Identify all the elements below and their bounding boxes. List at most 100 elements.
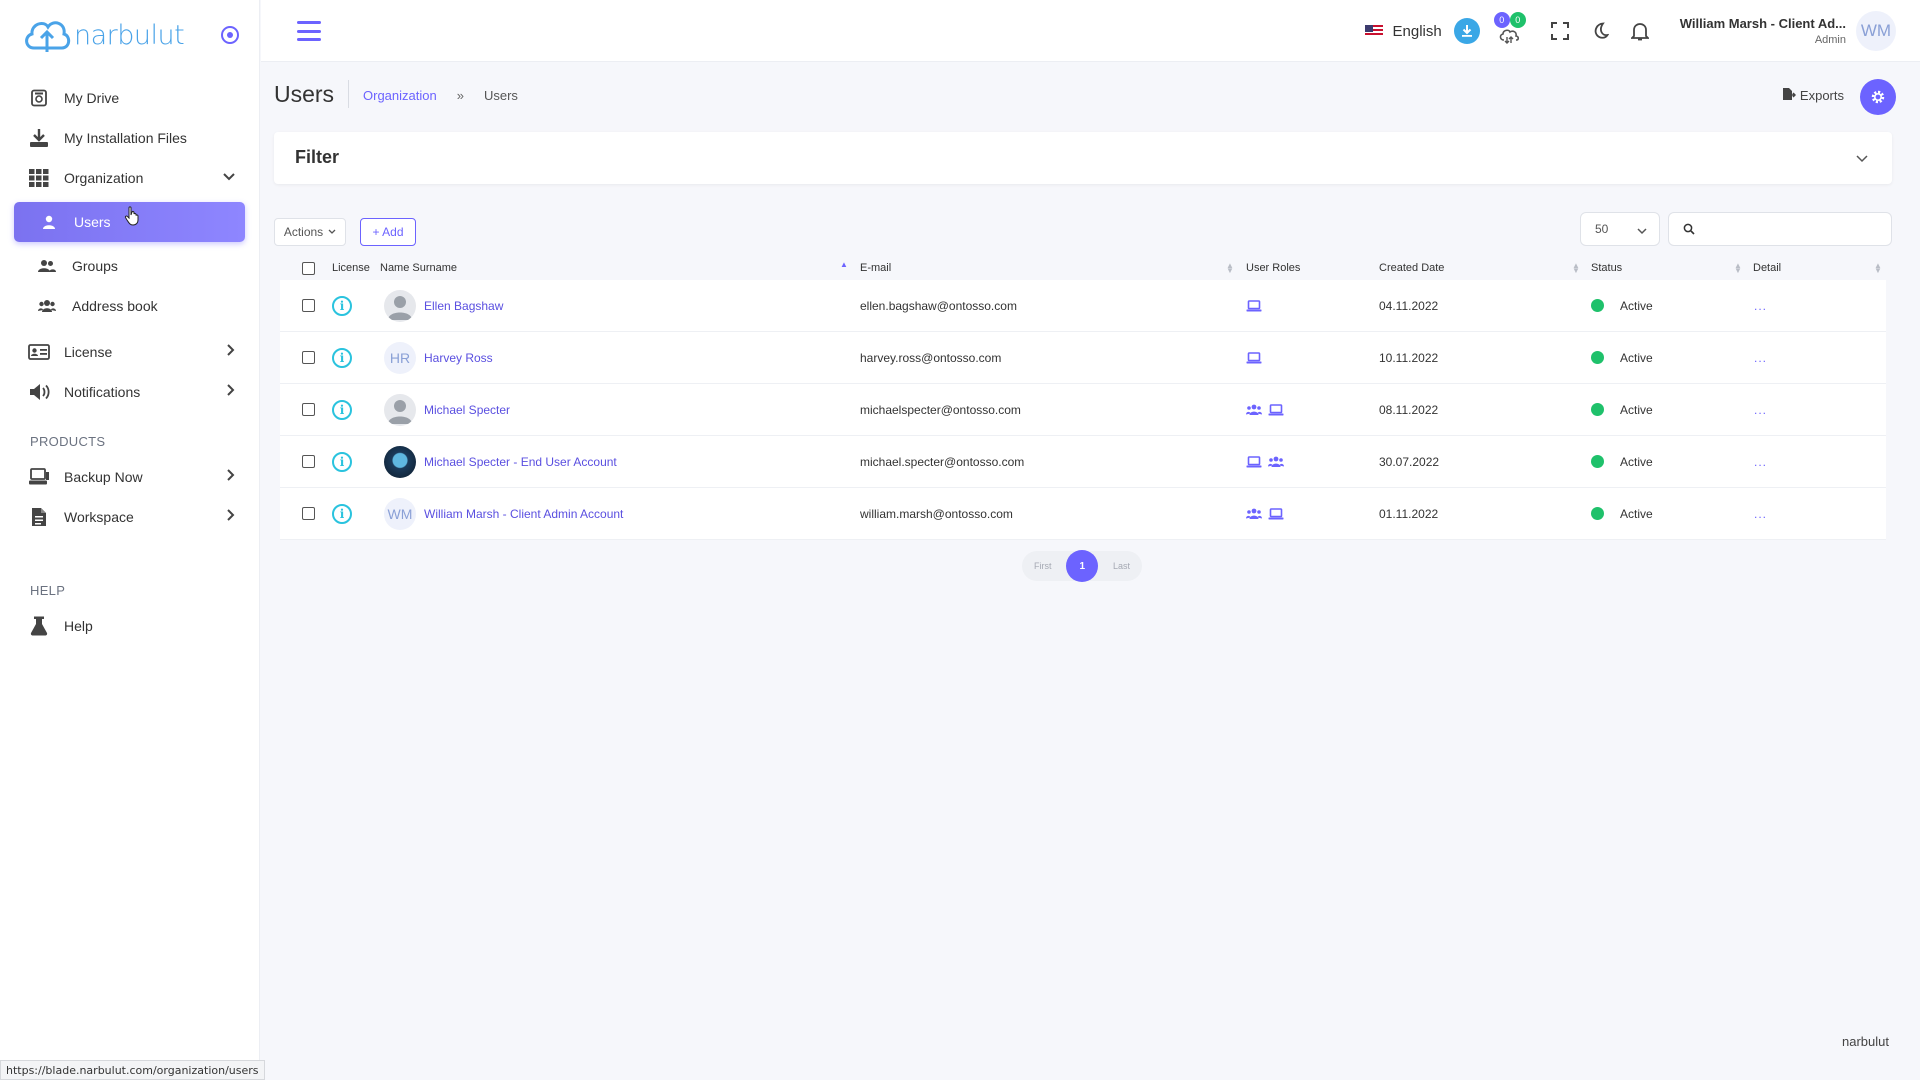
search-box[interactable] — [1668, 212, 1892, 246]
sidebar-item-label: My Drive — [64, 90, 120, 106]
table-row[interactable]: i WM William Marsh - Client Admin Accoun… — [280, 488, 1886, 540]
user-cell: Michael Specter — [384, 393, 510, 426]
email-cell: william.marsh@ontosso.com — [860, 506, 1013, 521]
detail-menu-button[interactable]: ... — [1754, 299, 1767, 313]
created-date-cell: 04.11.2022 — [1379, 298, 1439, 313]
table-row[interactable]: i Ellen Bagshaw ellen.bagshaw@ontosso.co… — [280, 280, 1886, 332]
sidebar-toggle-icon[interactable] — [221, 26, 239, 44]
download-icon — [28, 128, 50, 148]
table-header: License Name Surname ▲ E-mail ▲ ▼ User Ro… — [280, 256, 1886, 280]
breadcrumb-organization[interactable]: Organization — [363, 88, 437, 103]
sync-status[interactable]: 0 0 — [1492, 12, 1526, 48]
language-selector[interactable]: English — [1364, 23, 1442, 40]
detail-menu-button[interactable]: ... — [1754, 507, 1767, 521]
chevron-down-icon — [1637, 224, 1647, 238]
status-cell: Active — [1591, 351, 1653, 365]
sidebar-item-address-book[interactable]: Address book — [0, 286, 259, 326]
row-checkbox[interactable] — [302, 351, 315, 364]
created-date-cell: 01.11.2022 — [1379, 506, 1439, 521]
fullscreen-icon[interactable] — [1540, 14, 1580, 48]
user-name-link[interactable]: William Marsh - Client Admin Account — [424, 507, 623, 521]
roles-cell — [1246, 299, 1262, 312]
per-page-select[interactable]: 50 — [1580, 212, 1660, 246]
user-cell: Ellen Bagshaw — [384, 289, 503, 322]
column-email[interactable]: E-mail — [860, 262, 891, 274]
sidebar-item-help[interactable]: Help — [0, 606, 259, 646]
license-info-icon[interactable]: i — [332, 399, 352, 420]
sidebar-item-label: Users — [74, 214, 111, 230]
pagination-first[interactable]: First — [1034, 561, 1052, 571]
exports-button[interactable]: Exports — [1782, 87, 1844, 104]
users-icon — [36, 256, 58, 276]
row-checkbox[interactable] — [302, 507, 315, 520]
row-checkbox[interactable] — [302, 299, 315, 312]
sidebar-item-installation-files[interactable]: My Installation Files — [0, 118, 259, 158]
sort-asc-icon[interactable]: ▲ — [840, 261, 848, 269]
sort-icon[interactable]: ▲ ▼ — [1734, 262, 1742, 275]
user-menu[interactable]: William Marsh - Client Ad... Admin — [1680, 16, 1846, 46]
user-name-link[interactable]: Ellen Bagshaw — [424, 299, 503, 313]
license-info-icon[interactable]: i — [332, 451, 352, 472]
brand[interactable]: narbulut — [0, 0, 259, 70]
pagination-page[interactable]: 1 — [1066, 550, 1099, 582]
user-role: Admin — [1814, 34, 1846, 46]
sort-icon[interactable]: ▲ ▼ — [1226, 262, 1234, 275]
roles-cell — [1246, 351, 1262, 364]
column-status[interactable]: Status — [1591, 262, 1622, 274]
bell-icon[interactable] — [1620, 14, 1660, 48]
download-icon[interactable] — [1453, 18, 1480, 44]
settings-button[interactable] — [1860, 79, 1896, 115]
chevron-right-icon — [227, 469, 235, 484]
status-dot — [1591, 507, 1604, 520]
user-name-link[interactable]: Harvey Ross — [424, 351, 493, 365]
actions-dropdown[interactable]: Actions — [274, 218, 346, 246]
table-row[interactable]: i Michael Specter michaelspecter@ontosso… — [280, 384, 1886, 436]
pagination: First 1 Last — [1022, 550, 1142, 582]
pagination-last[interactable]: Last — [1113, 561, 1130, 571]
license-info-icon[interactable]: i — [332, 295, 352, 316]
per-page-value: 50 — [1595, 222, 1609, 236]
sidebar-item-users[interactable]: Users — [14, 202, 245, 242]
chevron-right-icon — [227, 384, 235, 399]
status-dot — [1591, 455, 1604, 468]
filter-panel[interactable]: Filter — [274, 132, 1892, 184]
table-row[interactable]: i Michael Specter - End User Account mic… — [280, 436, 1886, 488]
chevron-down-icon[interactable] — [1856, 150, 1868, 168]
sidebar-item-label: Groups — [72, 258, 118, 274]
sidebar-item-my-drive[interactable]: My Drive — [0, 78, 259, 118]
detail-menu-button[interactable]: ... — [1754, 351, 1767, 365]
moon-icon[interactable] — [1580, 14, 1620, 48]
sidebar-item-organization[interactable]: Organization — [0, 158, 259, 198]
row-checkbox[interactable] — [302, 455, 315, 468]
avatar[interactable]: WM — [1856, 11, 1896, 51]
column-name-surname[interactable]: Name Surname — [380, 262, 457, 274]
sidebar-item-backup-now[interactable]: Backup Now — [0, 457, 259, 497]
sidebar-item-notifications[interactable]: Notifications — [0, 372, 259, 412]
menu-icon[interactable] — [297, 21, 321, 41]
user-icon — [38, 212, 60, 232]
avatar: WM — [384, 497, 416, 530]
us-flag-icon — [1364, 25, 1383, 37]
user-name-link[interactable]: Michael Specter - End User Account — [424, 455, 617, 469]
column-created-date[interactable]: Created Date — [1379, 262, 1444, 274]
column-user-roles[interactable]: User Roles — [1246, 262, 1300, 274]
search-input[interactable] — [1703, 222, 1883, 236]
detail-menu-button[interactable]: ... — [1754, 403, 1767, 417]
sidebar-item-license[interactable]: License — [0, 332, 259, 372]
column-license[interactable]: License — [332, 262, 370, 274]
detail-menu-button[interactable]: ... — [1754, 455, 1767, 469]
table-row[interactable]: i HR Harvey Ross harvey.ross@ontosso.com… — [280, 332, 1886, 384]
exports-label: Exports — [1799, 88, 1844, 103]
license-info-icon[interactable]: i — [332, 503, 352, 524]
sidebar-item-groups[interactable]: Groups — [0, 246, 259, 286]
row-checkbox[interactable] — [302, 403, 315, 416]
sort-icon[interactable]: ▲ ▼ — [1874, 262, 1882, 275]
email-cell: michaelspecter@ontosso.com — [860, 402, 1021, 417]
add-user-button[interactable]: + Add — [360, 218, 416, 246]
sort-icon[interactable]: ▲ ▼ — [1572, 262, 1580, 275]
license-info-icon[interactable]: i — [332, 347, 352, 368]
select-all-checkbox[interactable] — [302, 261, 315, 275]
user-name-link[interactable]: Michael Specter — [424, 403, 510, 417]
column-detail[interactable]: Detail — [1753, 262, 1781, 274]
sidebar-item-workspace[interactable]: Workspace — [0, 497, 259, 537]
